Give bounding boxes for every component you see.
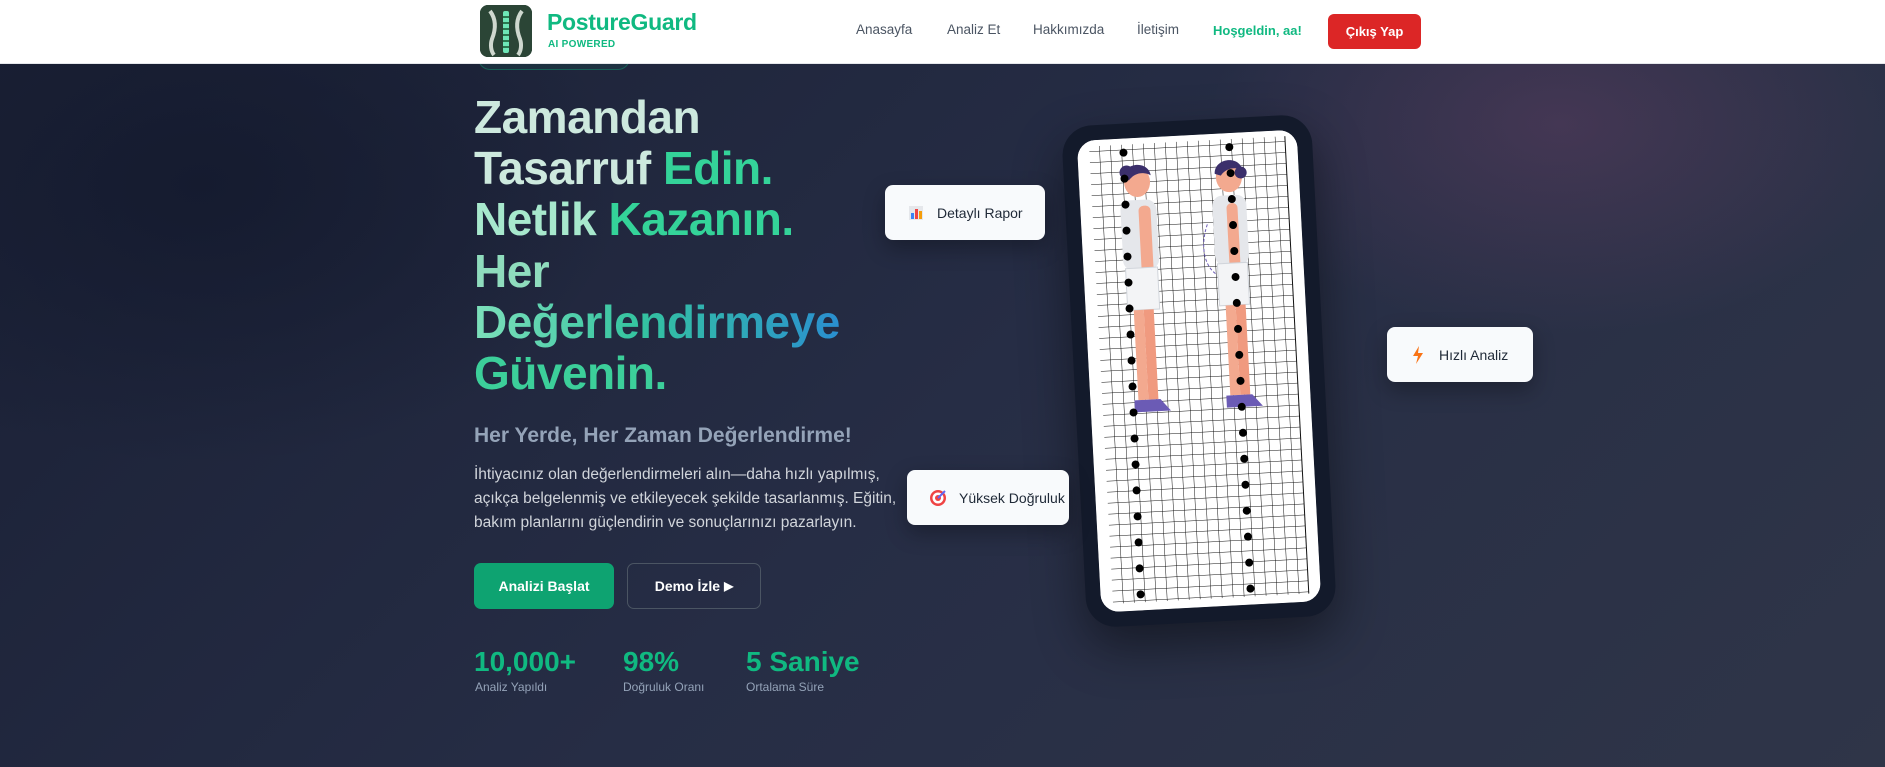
headline-line-6: Güvenin. — [474, 347, 667, 399]
headline-line-1: Zamandan — [474, 91, 701, 143]
nav-link-about[interactable]: Hakkımızda — [1033, 22, 1104, 37]
headline-line-2-b: Edin. — [662, 142, 773, 194]
stat-label-analyses: Analiz Yapıldı — [475, 680, 548, 694]
welcome-text: Hoşgeldin, aa! — [1213, 23, 1302, 38]
feature-card-speed: Hızlı Analiz — [1387, 327, 1533, 382]
headline-line-5: Değerlendirmeye — [474, 296, 840, 348]
nav-link-home[interactable]: Anasayfa — [856, 22, 912, 37]
feature-label-accuracy: Yüksek Doğruluk — [959, 489, 1065, 506]
watch-demo-button[interactable]: Demo İzle ▶ — [627, 563, 761, 609]
phone-mockup — [1061, 113, 1337, 629]
headline-line-2: Tasarruf Edin. — [474, 142, 773, 194]
brand-title[interactable]: PostureGuard — [547, 9, 697, 36]
logout-button[interactable]: Çıkış Yap — [1328, 14, 1421, 49]
logo-image[interactable] — [480, 5, 532, 57]
feature-card-report: Detaylı Rapor — [885, 185, 1045, 240]
stat-value-analyses: 10,000+ — [474, 646, 576, 677]
hero-subheading: Her Yerde, Her Zaman Değerlendirme! — [474, 424, 852, 447]
feature-label-speed: Hızlı Analiz — [1439, 346, 1509, 363]
headline-line-3: Netlik Kazanın. — [474, 193, 794, 245]
stat-value-accuracy: 98% — [623, 646, 680, 677]
headline-line-2-a: Tasarruf — [474, 142, 663, 194]
stat-value-duration: 5 Saniye — [746, 646, 860, 677]
target-icon — [929, 489, 947, 507]
nav-link-analyze[interactable]: Analiz Et — [947, 22, 1000, 37]
lightning-icon — [1409, 345, 1427, 364]
watch-demo-label: Demo İzle — [654, 578, 721, 594]
hero-description: İhtiyacınız olan değerlendirmeleri alın—… — [474, 466, 897, 531]
stat-label-duration: Ortalama Süre — [746, 680, 825, 694]
posture-illustration — [1076, 129, 1322, 613]
play-icon: ▶ — [724, 579, 734, 593]
headline-line-3-a: Netlik — [474, 193, 609, 245]
feature-card-accuracy: Yüksek Doğruluk — [907, 470, 1069, 525]
stat-label-accuracy: Doğruluk Oranı — [623, 680, 705, 694]
feature-label-report: Detaylı Rapor — [937, 204, 1023, 221]
bar-chart-icon — [907, 204, 925, 222]
brand-subtitle: AI POWERED — [548, 39, 616, 50]
hero-section — [0, 64, 1885, 767]
headline-line-4: Her — [474, 245, 550, 297]
headline-line-3-b: Kazanın. — [608, 193, 795, 245]
nav-link-contact[interactable]: İletişim — [1137, 22, 1179, 37]
start-analysis-button[interactable]: Analizi Başlat — [474, 563, 614, 609]
navbar: PostureGuard AI POWERED Anasayfa Analiz … — [0, 0, 1885, 64]
